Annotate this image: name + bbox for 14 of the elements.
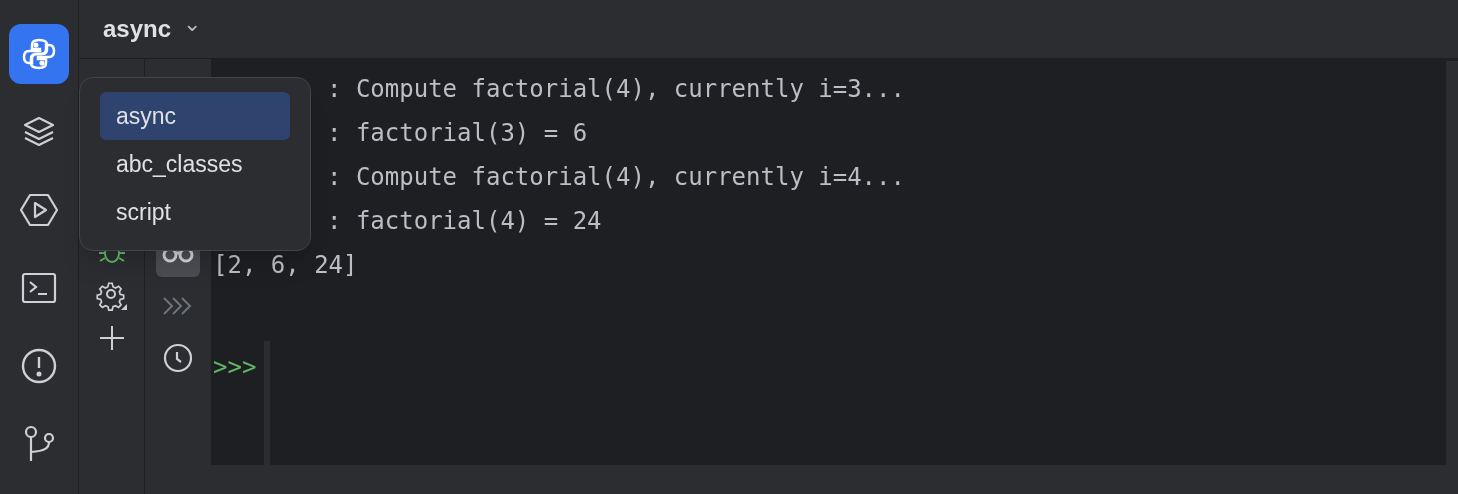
plus-icon[interactable]	[98, 325, 125, 351]
output-line: : factorial(3) = 6	[327, 118, 588, 149]
output-line: : Compute factorial(4), currently i=3...	[327, 74, 905, 105]
menu-item[interactable]: async	[100, 92, 290, 140]
output-line: [2, 6, 24]	[213, 250, 358, 281]
prompt: >>>	[213, 352, 257, 383]
chevron-down-icon[interactable]: ⌄	[183, 13, 202, 35]
output-line: : Compute factorial(4), currently i=4...	[327, 162, 905, 193]
settings-icon[interactable]	[95, 279, 128, 311]
run-config-title[interactable]: async	[103, 11, 172, 47]
python-logo-icon[interactable]	[9, 24, 69, 84]
menu-item[interactable]: script	[100, 188, 290, 236]
menu-item[interactable]: abc_classes	[100, 140, 290, 188]
output-line: : factorial(4) = 24	[327, 206, 602, 237]
